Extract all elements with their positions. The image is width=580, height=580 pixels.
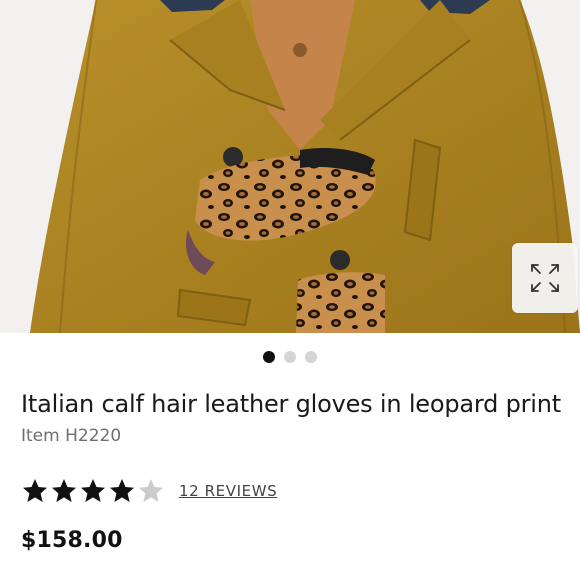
gallery-pagination: [0, 351, 580, 365]
star-rating: [21, 477, 165, 505]
product-page: Italian calf hair leather gloves in leop…: [0, 0, 580, 580]
gallery-dot-3[interactable]: [305, 351, 317, 363]
star-filled-icon: [23, 479, 47, 502]
star-empty-icon: [139, 479, 163, 502]
product-photo: [0, 0, 580, 333]
product-image[interactable]: [0, 0, 580, 333]
expand-image-button[interactable]: [512, 243, 578, 313]
star-filled-icon: [81, 479, 105, 502]
star-filled-icon: [110, 479, 134, 502]
item-number: Item H2220: [21, 426, 122, 446]
star-filled-icon: [52, 479, 76, 502]
product-price: $158.00: [21, 528, 123, 553]
reviews-link[interactable]: 12 REVIEWS: [179, 482, 277, 500]
rating-row: 12 REVIEWS: [21, 476, 277, 506]
gallery-dot-2[interactable]: [284, 351, 296, 363]
gallery-dot-1[interactable]: [263, 351, 275, 363]
expand-arrows-icon: [531, 264, 559, 292]
product-title: Italian calf hair leather gloves in leop…: [21, 390, 561, 418]
